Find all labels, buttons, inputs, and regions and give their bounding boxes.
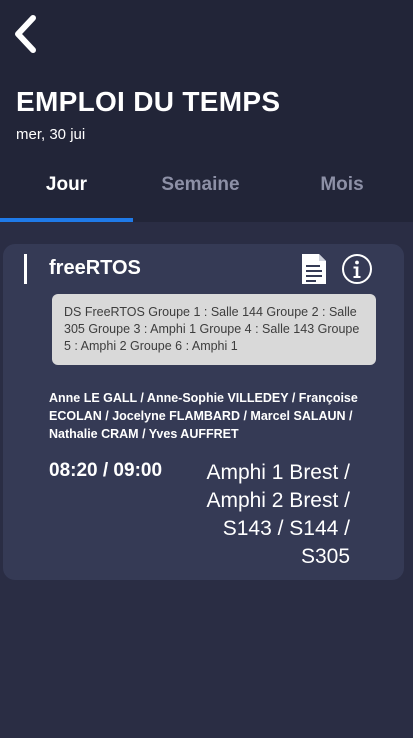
info-icon[interactable] [341,253,373,285]
event-title: freeRTOS [49,257,141,279]
current-date: mer, 30 jui [16,126,86,143]
event-card[interactable]: freeRTOS DS FreeRTOS Groupe 1 : Salle 14… [3,244,404,580]
event-description: DS FreeRTOS Groupe 1 : Salle 144 Groupe … [52,294,376,365]
document-icon[interactable] [300,252,328,286]
app-header: EMPLOI DU TEMPS mer, 30 jui Jour Semaine… [0,0,413,222]
tab-month[interactable]: Mois [275,168,409,202]
back-button[interactable] [10,12,44,56]
tab-week[interactable]: Semaine [134,168,267,202]
chevron-left-icon [15,15,36,53]
page-title: EMPLOI DU TEMPS [16,86,281,117]
event-teachers: Anne LE GALL / Anne-Sophie VILLEDEY / Fr… [49,391,358,441]
event-time: 08:20 / 09:00 [49,460,163,481]
event-rooms: Amphi 1 Brest / Amphi 2 Brest / S143 / S… [206,461,350,568]
active-tab-indicator [0,218,133,222]
event-accent-bar [24,254,27,284]
tab-day[interactable]: Jour [0,168,133,202]
